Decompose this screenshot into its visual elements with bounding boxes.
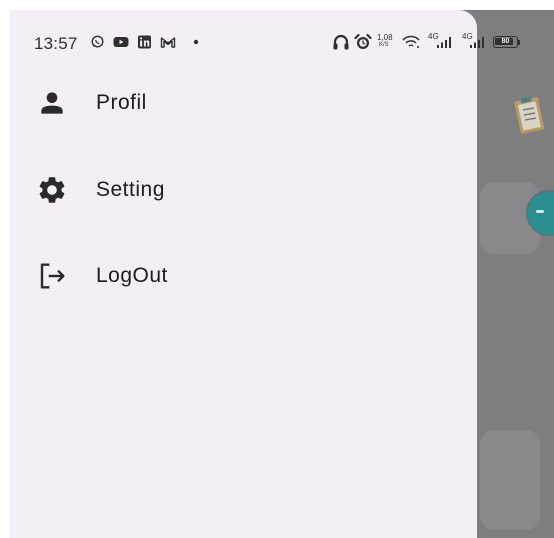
alarm-icon	[354, 33, 372, 49]
battery-tip	[518, 40, 520, 45]
drawer-item-label: Profil	[96, 91, 147, 114]
notification-dot-icon	[193, 39, 199, 45]
linkedin-icon	[138, 35, 151, 49]
headphones-icon	[333, 34, 349, 50]
signal-2-icon	[470, 37, 484, 48]
wifi-icon	[402, 35, 420, 48]
background-card	[480, 430, 540, 530]
drawer-item-label: Setting	[96, 178, 165, 201]
signal-1-icon	[437, 37, 451, 48]
logout-icon	[40, 263, 65, 289]
network-speed-value: 1,08	[377, 33, 393, 42]
network-speed-unit: K/S	[379, 42, 389, 48]
battery-level: 80	[501, 38, 510, 45]
status-time: 13:57	[34, 34, 78, 53]
gear-icon	[39, 177, 65, 203]
gmail-icon	[160, 37, 176, 48]
drawer-item-label: LogOut	[96, 264, 168, 287]
drawer-item-profil[interactable]: Profil	[10, 68, 477, 138]
status-bar: 13:57 1,08 K/S 4G 4G 80	[10, 10, 554, 70]
drawer-item-setting[interactable]: Setting	[10, 155, 477, 225]
whatsapp-icon	[91, 35, 104, 48]
clipboard-icon	[514, 96, 544, 134]
battery-icon: 80	[493, 36, 518, 48]
youtube-icon	[113, 37, 129, 47]
person-icon	[41, 92, 63, 114]
drawer-item-logout[interactable]: LogOut	[10, 241, 477, 311]
